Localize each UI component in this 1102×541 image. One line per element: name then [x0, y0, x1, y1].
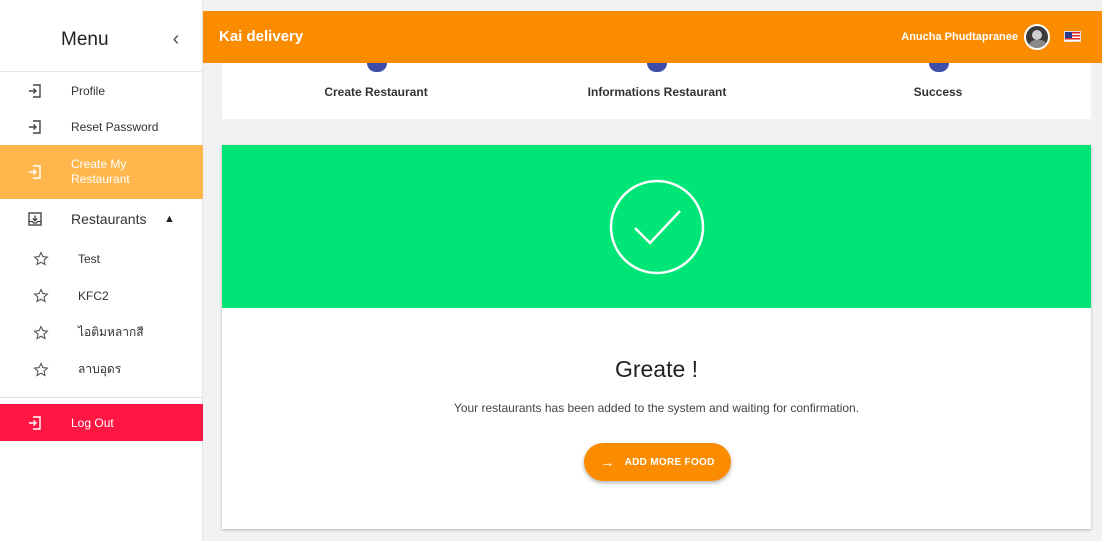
star-icon	[33, 287, 49, 304]
chevron-up-icon[interactable]: ▲	[164, 213, 175, 225]
success-message: Your restaurants has been added to the s…	[453, 401, 860, 415]
sidebar-item-reset-password[interactable]: Reset Password	[0, 108, 203, 145]
success-card: Greate ! Your restaurants has been added…	[222, 145, 1091, 529]
add-more-food-button[interactable]: → ADD MORE FOOD	[584, 443, 731, 481]
restaurant-item[interactable]: KFC2	[0, 277, 203, 314]
sidebar-header: Menu ‹	[0, 0, 202, 72]
restaurant-item-label: ไอติมหลากสี	[78, 325, 144, 339]
logout-label: Log Out	[71, 415, 114, 430]
login-icon	[27, 119, 43, 135]
star-icon	[33, 361, 49, 378]
user-name[interactable]: Anucha Phudtapranee	[901, 31, 1018, 43]
sidebar-item-restaurants[interactable]: Restaurants ▲	[0, 201, 203, 237]
chevron-left-icon[interactable]: ‹	[166, 27, 186, 51]
login-icon	[27, 83, 43, 99]
sidebar-item-create-my-restaurant[interactable]: Create My Restaurant	[0, 145, 203, 199]
sidebar: Menu ‹ Profile Reset Password Create My …	[0, 0, 203, 541]
success-banner	[222, 145, 1091, 308]
top-app-bar: Kai delivery Anucha Phudtapranee	[203, 11, 1102, 63]
step-label: Create Restaurant	[324, 85, 428, 99]
restaurant-item[interactable]: Test	[0, 240, 203, 277]
restaurant-item-label: ลาบอุดร	[78, 362, 122, 376]
restaurant-item[interactable]: ลาบอุดร	[0, 351, 203, 388]
sidebar-divider	[0, 397, 203, 398]
arrow-right-icon: →	[600, 454, 615, 470]
sidebar-item-label: Create My Restaurant	[71, 157, 130, 186]
avatar-face	[1032, 30, 1042, 40]
app-title: Kai delivery	[219, 28, 304, 45]
step-label: Success	[913, 85, 963, 99]
sidebar-item-label: Profile	[71, 83, 106, 98]
login-icon	[27, 164, 43, 180]
step-indicator	[929, 63, 949, 72]
sidebar-item-label: Reset Password	[71, 119, 159, 134]
us-flag-icon[interactable]	[1064, 31, 1081, 42]
restaurant-item[interactable]: ไอติมหลากสี	[0, 314, 203, 351]
inbox-icon	[27, 211, 43, 227]
logout-button[interactable]: Log Out	[0, 404, 203, 441]
success-title: Greate !	[614, 356, 699, 382]
avatar-body	[1028, 40, 1048, 48]
sidebar-item-profile[interactable]: Profile	[0, 73, 203, 108]
star-icon	[33, 324, 49, 341]
sidebar-title: Menu	[61, 29, 109, 50]
sidebar-item-label: Restaurants	[71, 211, 147, 227]
add-more-food-label: ADD MORE FOOD	[624, 456, 715, 468]
restaurant-item-label: KFC2	[78, 288, 109, 303]
step-indicator	[367, 63, 387, 72]
flag-canton	[1065, 32, 1072, 38]
avatar[interactable]	[1024, 24, 1050, 50]
step-label: Informations Restaurant	[587, 85, 727, 99]
restaurant-item-label: Test	[78, 251, 101, 266]
star-icon	[33, 250, 49, 267]
login-icon	[27, 415, 43, 431]
step-indicator	[647, 63, 667, 72]
stepper: Create Restaurant Informations Restauran…	[222, 63, 1091, 119]
check-circle-icon	[609, 179, 705, 275]
